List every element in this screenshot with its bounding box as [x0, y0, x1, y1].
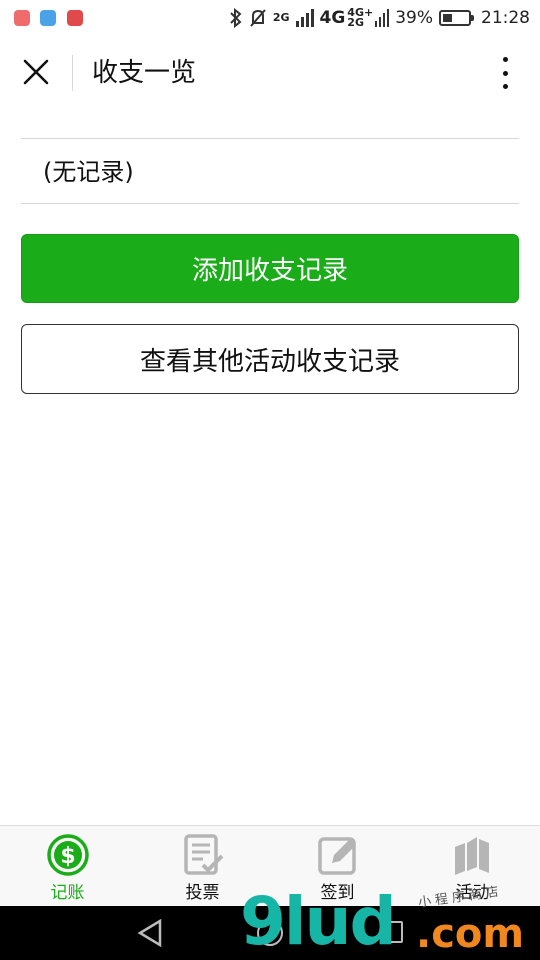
add-record-button[interactable]: 添加收支记录: [21, 234, 519, 303]
checkin-edit-icon: [315, 832, 361, 878]
bluetooth-icon: [230, 8, 242, 28]
title-bar: 收支一览: [0, 36, 540, 110]
network-group-2: 4G 4G+ 2G: [319, 7, 390, 29]
battery-icon: [439, 10, 474, 26]
view-other-records-label: 查看其他活动收支记录: [139, 346, 400, 377]
network-type-2-detail: 4G+ 2G: [347, 7, 373, 29]
status-indicators: 2G 4G 4G+ 2G 39% 21:28: [229, 6, 530, 30]
signal-icon-1: [295, 9, 314, 27]
view-other-records-button[interactable]: 查看其他活动收支记录: [21, 324, 519, 394]
status-bar: 2G 4G 4G+ 2G 39% 21:28: [0, 0, 540, 36]
tab-label: 活动: [455, 883, 490, 903]
tab-label: 记账: [50, 883, 85, 903]
battery-percent: 39%: [395, 8, 433, 28]
tab-vote[interactable]: 投票: [135, 826, 270, 906]
battery-fill: [443, 14, 452, 22]
more-vertical-icon-dot: [502, 70, 508, 76]
more-vertical-icon: [502, 57, 508, 62]
svg-text:$: $: [60, 844, 75, 869]
title-divider: [72, 55, 73, 91]
network-type-2: 4G: [319, 8, 346, 28]
activity-books-icon: [450, 832, 496, 878]
vote-checklist-icon: [180, 832, 226, 878]
tab-activity[interactable]: 活动: [405, 826, 540, 906]
network-type-3: 2G: [347, 16, 364, 29]
clock: 21:28: [481, 8, 530, 28]
record-list: (无记录): [21, 138, 519, 204]
tab-label: 投票: [185, 883, 220, 903]
system-nav-bar: [0, 906, 540, 960]
close-icon: [23, 59, 49, 85]
page-title: 收支一览: [92, 58, 197, 88]
tab-bar: $ 记账 投票 签到 活动: [0, 825, 540, 906]
tab-bookkeeping[interactable]: $ 记账: [0, 826, 135, 906]
dollar-coin-icon: $: [45, 832, 91, 878]
more-options-button[interactable]: [490, 54, 520, 92]
notification-app-icon-1: [14, 10, 30, 26]
back-icon[interactable]: [136, 918, 164, 948]
more-vertical-icon-dot: [502, 84, 508, 89]
empty-record-text: (无记录): [43, 158, 134, 186]
tab-checkin[interactable]: 签到: [270, 826, 405, 906]
notification-app-icon-2: [40, 10, 56, 26]
tab-label: 签到: [320, 883, 355, 903]
notification-app-icon-3: [67, 10, 83, 26]
network-type-1: 2G: [272, 11, 290, 24]
add-record-label: 添加收支记录: [191, 256, 348, 286]
recent-apps-icon[interactable]: [381, 921, 403, 943]
close-button[interactable]: [18, 54, 54, 90]
signal-icon-2: [375, 9, 390, 27]
mute-icon: [250, 9, 266, 27]
home-icon[interactable]: [257, 920, 283, 946]
